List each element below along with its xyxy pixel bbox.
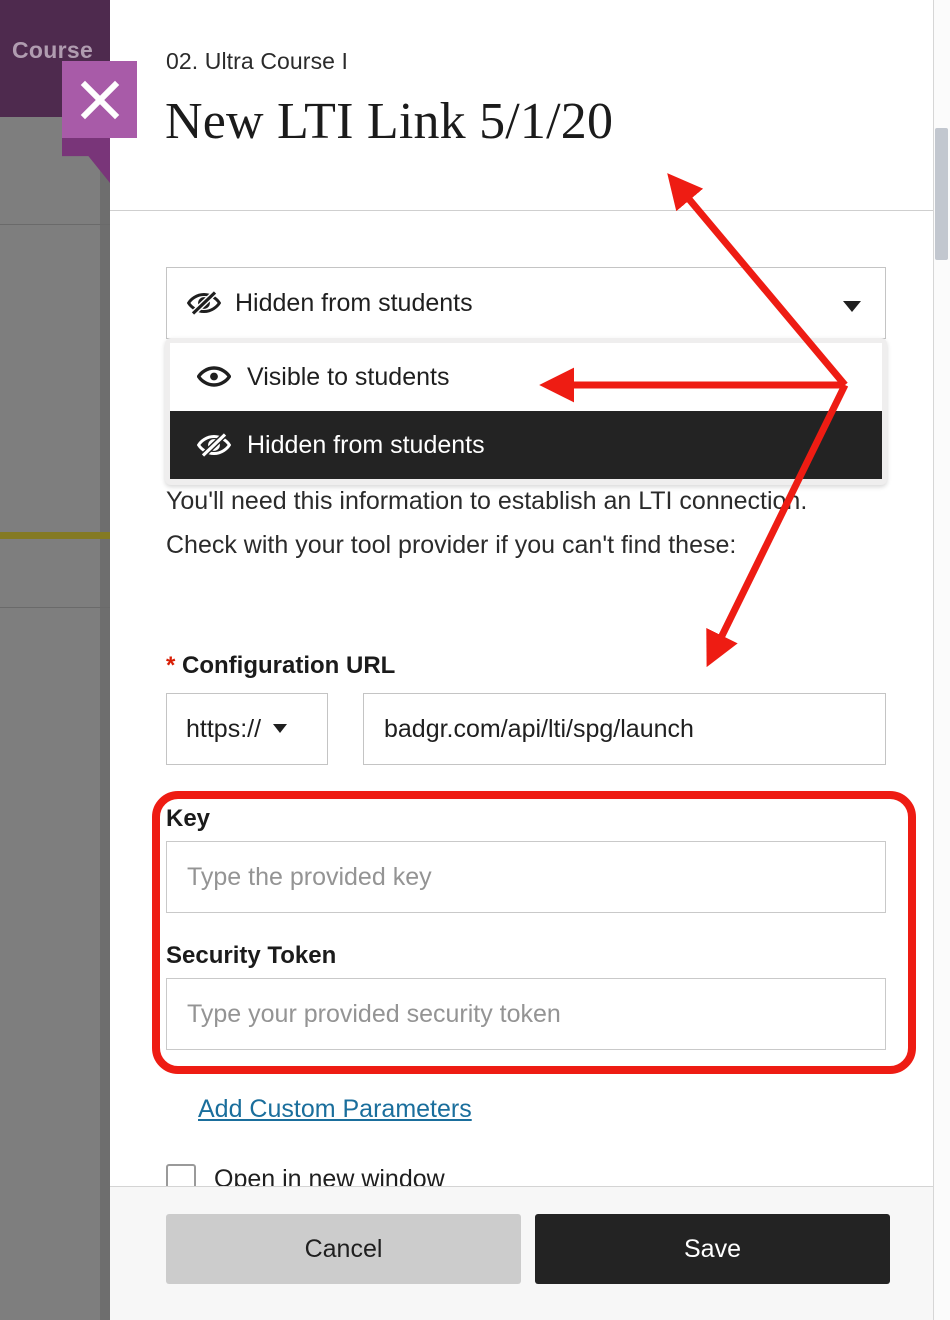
chevron-down-icon	[273, 720, 288, 738]
configuration-url-label: * Configuration URL	[166, 652, 395, 680]
configuration-url-label-text: Configuration URL	[182, 652, 396, 679]
background-divider	[0, 607, 110, 608]
background-content-overlay	[0, 117, 110, 1320]
eye-slash-icon	[187, 290, 221, 316]
breadcrumb: 02. Ultra Course I	[166, 48, 349, 74]
background-page: Course	[0, 0, 110, 1320]
dropdown-option-label: Visible to students	[247, 362, 450, 391]
chevron-down-icon	[843, 299, 861, 317]
dropdown-option-visible[interactable]: Visible to students	[170, 343, 882, 411]
security-token-label: Security Token	[166, 942, 337, 969]
configuration-url-input[interactable]: badgr.com/api/lti/spg/launch	[363, 693, 886, 765]
eye-slash-icon	[197, 432, 231, 458]
modal-footer: Cancel Save	[110, 1186, 950, 1320]
key-input[interactable]: Type the provided key	[166, 841, 886, 913]
dropdown-option-label: Hidden from students	[247, 430, 485, 459]
security-token-input[interactable]: Type your provided security token	[166, 978, 886, 1050]
visibility-selected-label: Hidden from students	[235, 288, 473, 317]
close-panel-button[interactable]	[62, 61, 137, 138]
required-marker: *	[166, 652, 176, 679]
dropdown-option-hidden[interactable]: Hidden from students	[170, 411, 882, 479]
eye-icon	[197, 365, 231, 389]
save-button[interactable]: Save	[535, 1214, 890, 1284]
background-divider	[0, 224, 110, 225]
modal-body: Hidden from students Visible to students	[110, 211, 950, 1194]
key-label: Key	[166, 805, 211, 832]
protocol-value: https://	[186, 714, 262, 743]
background-accent-line	[0, 532, 110, 539]
modal-scrollbar-thumb[interactable]	[935, 128, 948, 260]
lti-link-modal: 02. Ultra Course I New LTI Link 5/1/20 H…	[110, 0, 950, 1320]
background-content-edge	[100, 117, 110, 1320]
helper-text: You'll need this information to establis…	[166, 487, 808, 559]
configuration-url-value: badgr.com/api/lti/spg/launch	[384, 714, 694, 743]
add-custom-parameters-link[interactable]: Add Custom Parameters	[198, 1095, 472, 1124]
security-token-placeholder: Type your provided security token	[187, 999, 561, 1028]
visibility-select[interactable]: Hidden from students	[166, 267, 886, 339]
modal-header: 02. Ultra Course I New LTI Link 5/1/20	[110, 0, 950, 211]
protocol-select[interactable]: https://	[166, 693, 328, 765]
page-title: New LTI Link 5/1/20	[165, 93, 614, 150]
close-x-icon	[62, 61, 137, 138]
background-course-label: Course	[12, 37, 94, 63]
key-placeholder: Type the provided key	[187, 862, 432, 891]
screen: Course 02. Ultra Course I New LTI Link 5…	[0, 0, 950, 1320]
cancel-button[interactable]: Cancel	[166, 1214, 521, 1284]
visibility-dropdown-panel: Visible to students Hidden from students	[165, 338, 887, 485]
